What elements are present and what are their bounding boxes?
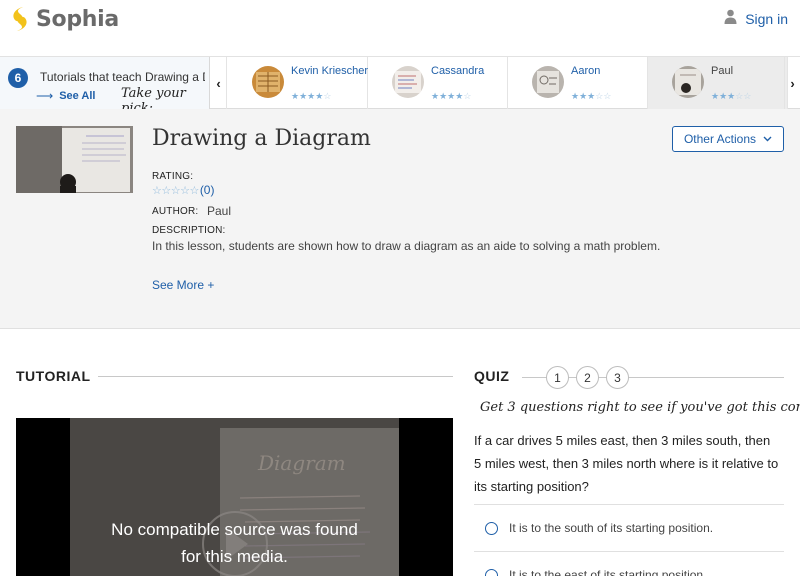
tutorial-heading-rule (98, 376, 453, 377)
logo-text: Sophia (36, 6, 119, 32)
sophia-leaf-icon (9, 6, 31, 32)
tutorial-thumbnail (252, 66, 284, 98)
star-icon: ★ (439, 91, 448, 101)
star-icon: ★ (299, 91, 308, 101)
tutorials-title: Tutorials that teach Drawing a Diagram (40, 70, 205, 84)
tutorial-author-name: Kevin Kriescher (291, 65, 369, 77)
star-icon: ★ (291, 91, 300, 101)
lesson-description: In this lesson, students are shown how t… (152, 239, 661, 253)
tutorials-strip: 6 Tutorials that teach Drawing a Diagram… (0, 57, 800, 116)
author-label: AUTHOR: (152, 206, 199, 217)
description-label: DESCRIPTION: (152, 225, 226, 236)
quiz-step-2[interactable]: 2 (576, 366, 599, 389)
radio-button[interactable] (485, 568, 498, 576)
star-icon: ☆ (743, 91, 752, 101)
carousel-prev-button[interactable]: ‹ (211, 57, 227, 109)
tutorial-rating-stars: ★★★★☆ (431, 91, 471, 101)
tutorial-author-name: Paul (711, 65, 734, 77)
quiz-answer-text: It is to the south of its starting posit… (509, 521, 714, 535)
tutorial-author-name: Cassandra (431, 65, 485, 77)
see-all-link[interactable]: ⟶ See All (36, 89, 95, 103)
video-error-line: No compatible source was found (111, 520, 358, 539)
tutorial-heading: TUTORIAL (16, 368, 91, 384)
rating-count: (0) (199, 183, 215, 197)
user-icon (724, 9, 737, 29)
video-player[interactable]: Diagram No compatible source was found f… (16, 418, 453, 576)
sophia-logo[interactable]: Sophia (9, 5, 119, 33)
see-more-link[interactable]: See More + (152, 278, 214, 292)
rating-stars: ☆☆☆☆☆ (152, 184, 199, 197)
star-icon: ☆ (463, 91, 472, 101)
video-error-line: for this media. (181, 547, 288, 566)
author-name: Paul (207, 204, 232, 218)
tutorial-thumbnail (532, 66, 564, 98)
lesson-thumbnail[interactable] (16, 126, 133, 193)
quiz-question: If a car drives 5 miles east, then 3 mil… (474, 433, 779, 494)
carousel-next-button[interactable]: › (784, 57, 800, 109)
star-icon: ★ (571, 91, 580, 101)
arrow-right-icon: ⟶ (36, 89, 54, 103)
quiz-answer-option[interactable]: It is to the east of its starting positi… (474, 551, 784, 576)
tutorial-author-name: Aaron (571, 65, 601, 77)
tutorial-card-cassandra[interactable]: Cassandra ★★★★☆ (368, 57, 508, 109)
lesson-rating[interactable]: ☆☆☆☆☆ (0) (152, 183, 214, 197)
tutorial-card-kevin-kriescher[interactable]: Kevin Kriescher ★★★★☆ (228, 57, 368, 109)
star-icon: ★ (579, 91, 588, 101)
lesson-title: Drawing a Diagram (152, 126, 371, 151)
quiz-step-3[interactable]: 3 (606, 366, 629, 389)
lesson-details: Drawing a Diagram Other Actions RATING: … (0, 109, 800, 329)
tutorial-card-aaron[interactable]: Aaron ★★★☆☆ (508, 57, 648, 109)
quiz-step-1[interactable]: 1 (546, 366, 569, 389)
star-icon: ☆ (603, 91, 612, 101)
site-header: Sophia Sign in (0, 0, 800, 57)
chevron-down-icon (763, 134, 772, 145)
radio-button[interactable] (485, 521, 498, 535)
quiz-answer-text: It is to the east of its starting positi… (509, 568, 707, 576)
sign-in-label: Sign in (745, 11, 788, 27)
video-error-message: No compatible source was found for this … (16, 516, 453, 570)
sign-in-link[interactable]: Sign in (724, 9, 788, 29)
star-icon: ★ (711, 91, 720, 101)
tutorial-card-paul[interactable]: Paul ★★★☆☆ (648, 57, 788, 109)
star-icon: ★ (431, 91, 440, 101)
tutorials-summary: 6 Tutorials that teach Drawing a Diagram… (0, 57, 210, 116)
rating-label: RATING: (152, 171, 194, 182)
star-icon: ☆ (323, 91, 332, 101)
other-actions-label: Other Actions (683, 132, 757, 146)
tutorial-thumbnail (392, 66, 424, 98)
tutorial-thumbnail (672, 66, 704, 98)
star-icon: ★ (719, 91, 728, 101)
tutorial-rating-stars: ★★★★☆ (291, 91, 331, 101)
see-all-label: See All (59, 90, 96, 102)
tutorial-count-badge: 6 (8, 68, 28, 88)
other-actions-button[interactable]: Other Actions (672, 126, 784, 152)
quiz-tagline: Get 3 questions right to see if you've g… (480, 400, 800, 415)
quiz-heading: QUIZ (474, 368, 510, 384)
tutorial-rating-stars: ★★★☆☆ (711, 91, 751, 101)
page: Sophia Sign in 6 Tutorials that teach Dr… (0, 0, 800, 576)
svg-text:Diagram: Diagram (257, 451, 346, 475)
tutorial-rating-stars: ★★★☆☆ (571, 91, 611, 101)
quiz-answer-option[interactable]: It is to the south of its starting posit… (474, 504, 784, 551)
